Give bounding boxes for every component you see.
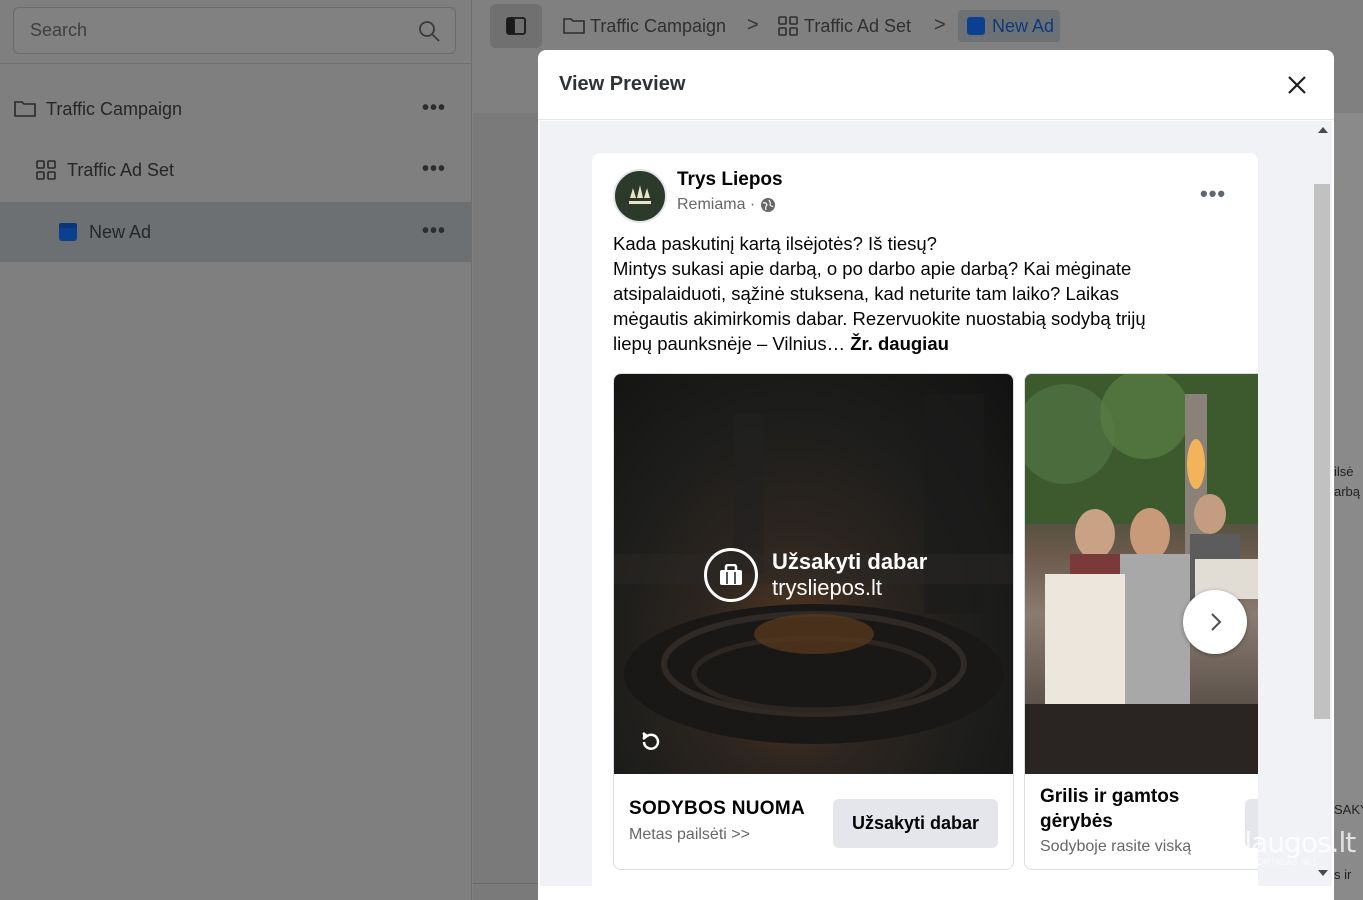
close-button[interactable] — [1282, 70, 1312, 100]
dining-people-image — [1025, 374, 1258, 774]
breadcrumb-label: Traffic Campaign — [590, 15, 727, 36]
breadcrumb: Traffic Campaign > Traffic Ad Set > New … — [473, 0, 1363, 50]
folder-icon — [563, 18, 585, 34]
sidebar-item-new-ad[interactable]: New Ad ••• — [0, 202, 472, 262]
scroll-up-arrow-icon[interactable] — [1318, 127, 1328, 133]
folder-icon — [14, 101, 36, 117]
post-more-icon[interactable]: ••• — [1200, 181, 1226, 207]
sponsored-label: Remiama · — [677, 196, 776, 214]
carousel-card-title: Grilis ir gamtos gėrybės — [1040, 786, 1180, 832]
breadcrumb-item-traffic-campaign[interactable]: Traffic Campaign — [562, 10, 726, 42]
carousel-video[interactable]: Užsakyti dabar trysliepos.lt — [614, 374, 1013, 774]
view-preview-modal: View Preview Trys Liepos Remiama · ••• K… — [538, 50, 1334, 900]
chevron-right-icon: > — [934, 14, 946, 36]
page-avatar[interactable] — [613, 169, 667, 223]
modal-title: View Preview — [559, 73, 686, 95]
replay-icon[interactable] — [638, 730, 662, 754]
carousel-card-footer: SODYBOS NUOMA Metas pailsėti >> Užsakyti… — [614, 774, 1013, 869]
breadcrumb-item-traffic-ad-set[interactable]: Traffic Ad Set — [776, 10, 911, 42]
background-text: SAKY — [1334, 802, 1363, 817]
cta-overlay[interactable]: Užsakyti dabar trysliepos.lt — [704, 548, 927, 602]
post-text-line: atsipalaiduoti, sąžinė stuksena, kad net… — [613, 283, 1119, 304]
post-text-line: Mintys sukasi apie darbą, o po darbo api… — [613, 258, 1132, 279]
more-options-icon[interactable]: ••• — [422, 220, 446, 243]
breadcrumb-label: New Ad — [992, 15, 1055, 36]
ad-post: Trys Liepos Remiama · ••• Kada paskutinį… — [592, 153, 1258, 886]
carousel-card-description: Metas pailsėti >> — [629, 826, 750, 843]
cta-overlay-domain: trysliepos.lt — [772, 575, 883, 600]
sidebar-item-traffic-campaign[interactable]: Traffic Campaign ••• — [0, 79, 472, 139]
post-body-text: Kada paskutinį kartą ilsėjotės? Iš tiesų… — [613, 231, 1223, 356]
close-icon — [1288, 76, 1306, 94]
modal-scrollbar[interactable] — [1314, 121, 1332, 886]
carousel-card[interactable]: Užsakyti dabar trysliepos.lt SODYBOS NUO… — [613, 373, 1014, 870]
ad-carousel: Užsakyti dabar trysliepos.lt SODYBOS NUO… — [613, 373, 1258, 873]
background-text: arbą — [1334, 484, 1361, 499]
sidebar-item-traffic-ad-set[interactable]: Traffic Ad Set ••• — [0, 140, 472, 200]
trys-liepos-logo-icon — [621, 177, 659, 215]
watermark-logo: Paslaugos.lt — [1200, 826, 1356, 859]
background-text: ilsė — [1334, 464, 1354, 479]
panel-toggle-button[interactable] — [490, 4, 542, 48]
shopping-bag-icon — [704, 548, 758, 602]
book-now-button[interactable]: Užsakyti dabar — [833, 799, 998, 848]
chevron-right-icon — [1211, 613, 1222, 631]
more-options-icon[interactable]: ••• — [422, 158, 446, 181]
page-name[interactable]: Trys Liepos — [677, 169, 783, 191]
grid-icon — [778, 16, 798, 36]
preview-feed[interactable]: Trys Liepos Remiama · ••• Kada paskutinį… — [540, 121, 1314, 886]
scrollbar-thumb[interactable] — [1314, 184, 1330, 719]
post-text-line: liepų paunksnėje – Vilnius… Žr. daugiau — [613, 331, 1223, 356]
sidebar-divider — [0, 63, 472, 64]
carousel-card-description: Sodyboje rasite viską — [1040, 838, 1192, 855]
modal-header: View Preview — [538, 50, 1334, 120]
grid-icon — [36, 160, 56, 180]
cta-overlay-text: Užsakyti dabar trysliepos.lt — [772, 549, 927, 601]
chevron-right-icon: > — [747, 14, 759, 36]
breadcrumb-item-new-ad[interactable]: New Ad — [958, 10, 1061, 42]
carousel-image[interactable] — [1025, 374, 1258, 774]
search-box[interactable] — [13, 7, 456, 54]
post-text-line: mėgautis akimirkomis dabar. Rezervuokite… — [613, 308, 1146, 329]
post-text-line: Kada paskutinį kartą ilsėjotės? Iš tiesų… — [613, 233, 937, 254]
sidebar-item-label: Traffic Campaign — [46, 98, 183, 119]
ad-square-icon — [59, 223, 77, 241]
watermark: Paslaugos.lt PASLAUGŲ PORTALAS Nr.1 — [1200, 826, 1356, 878]
sidebar-item-label: Traffic Ad Set — [67, 159, 175, 180]
search-icon[interactable] — [417, 19, 441, 43]
sidebar: Traffic Campaign ••• Traffic Ad Set ••• … — [0, 0, 472, 900]
globe-icon — [761, 198, 776, 212]
background-footer — [473, 883, 538, 900]
more-options-icon[interactable]: ••• — [422, 97, 446, 120]
background-right-strip — [1334, 113, 1363, 900]
breadcrumb-label: Traffic Ad Set — [804, 15, 912, 36]
background-text: s ir — [1334, 867, 1352, 882]
carousel-card-title: SODYBOS NUOMA — [629, 798, 805, 819]
watermark-tagline: PASLAUGŲ PORTALAS Nr.1 — [1200, 857, 1318, 867]
post-text-fragment: liepų paunksnėje – Vilnius… — [613, 333, 846, 354]
sponsored-text: Remiama · — [677, 196, 756, 213]
search-input[interactable] — [30, 20, 400, 41]
ad-square-icon — [967, 17, 985, 35]
carousel-next-button[interactable] — [1183, 590, 1247, 654]
sidebar-toggle-icon — [506, 17, 526, 35]
cta-overlay-title: Užsakyti dabar — [772, 549, 928, 574]
sidebar-item-label: New Ad — [89, 221, 152, 242]
see-more-link[interactable]: Žr. daugiau — [850, 333, 949, 354]
